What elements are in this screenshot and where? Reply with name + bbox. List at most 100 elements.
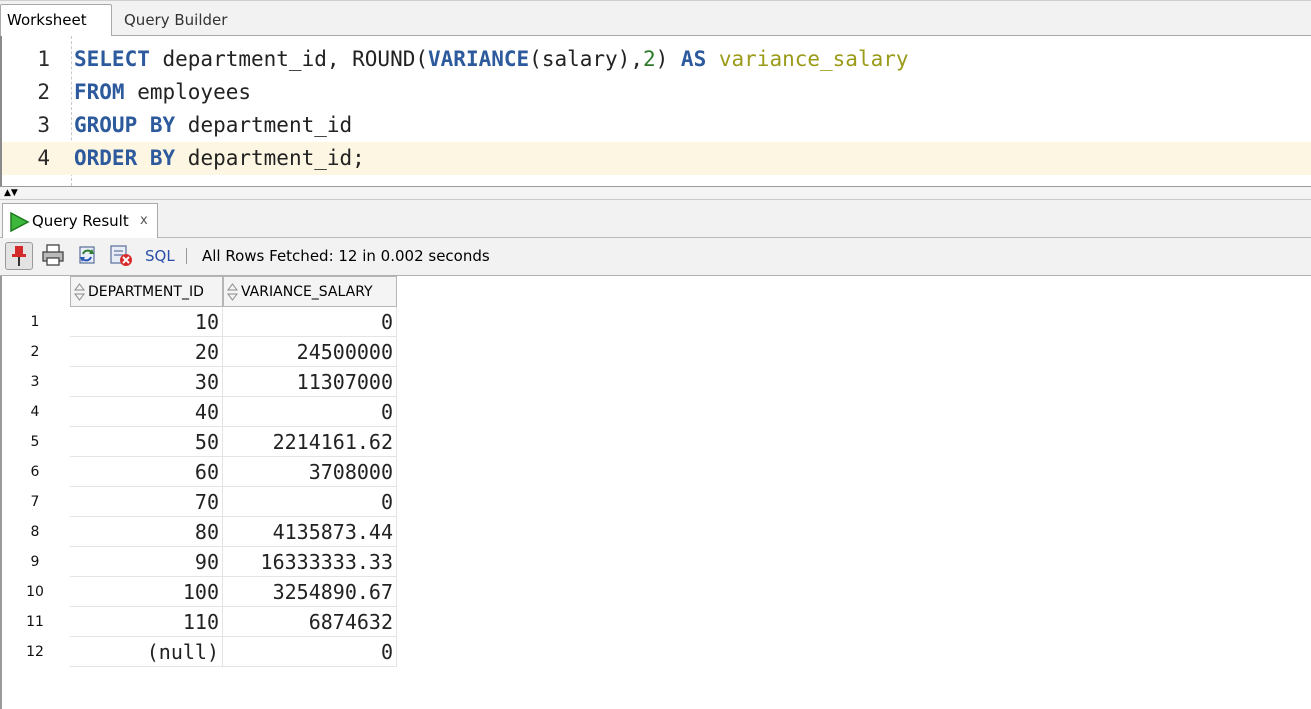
cell-variance-salary[interactable]: 0 (223, 487, 397, 517)
table-row[interactable]: 7 70 0 (2, 487, 397, 517)
table-row[interactable]: 8 80 4135873.44 (2, 517, 397, 547)
cell-variance-salary[interactable]: 2214161.62 (223, 427, 397, 457)
cell-variance-salary[interactable]: 4135873.44 (223, 517, 397, 547)
sql-keyword: GROUP BY (74, 113, 176, 137)
column-header-label: DEPARTMENT_ID (88, 284, 204, 300)
line-number: 4 (37, 146, 50, 170)
code-line[interactable]: 2 FROM employees (2, 76, 1311, 109)
table-row[interactable]: 4 40 0 (2, 397, 397, 427)
table-row[interactable]: 12 (null) 0 (2, 637, 397, 667)
cell-department-id[interactable]: (null) (70, 637, 223, 667)
cell-variance-salary[interactable]: 0 (223, 307, 397, 337)
cell-department-id[interactable]: 90 (70, 547, 223, 577)
sql-text: department_id (175, 113, 353, 137)
sql-alias: variance_salary (718, 47, 909, 71)
toolbar-separator (186, 248, 187, 264)
cancel-icon (110, 245, 132, 266)
row-number[interactable]: 8 (2, 517, 68, 547)
result-tab-label: Query Result (32, 212, 129, 230)
sql-keyword: VARIANCE (428, 47, 530, 71)
cell-department-id[interactable]: 100 (70, 577, 223, 607)
sort-icon[interactable] (74, 283, 85, 301)
result-toolbar: SQL All Rows Fetched: 12 in 0.002 second… (0, 238, 1311, 276)
row-number[interactable]: 10 (2, 577, 68, 607)
cell-department-id[interactable]: 20 (70, 337, 223, 367)
cell-department-id[interactable]: 80 (70, 517, 223, 547)
cell-variance-salary[interactable]: 16333333.33 (223, 547, 397, 577)
line-number: 1 (37, 47, 50, 71)
table-row[interactable]: 2 20 24500000 (2, 337, 397, 367)
close-icon[interactable]: x (140, 204, 148, 237)
cell-variance-salary[interactable]: 11307000 (223, 367, 397, 397)
pin-icon (12, 246, 26, 266)
row-number[interactable]: 11 (2, 607, 68, 637)
sql-text: department_id; (175, 146, 365, 170)
sql-keyword: FROM (74, 80, 125, 104)
row-number[interactable]: 4 (2, 397, 68, 427)
column-header-label: VARIANCE_SALARY (241, 284, 373, 300)
tab-query-builder[interactable]: Query Builder (118, 5, 233, 35)
table-row[interactable]: 3 30 11307000 (2, 367, 397, 397)
table-row[interactable]: 1 10 0 (2, 307, 397, 337)
sql-text: department_id, ROUND( (149, 47, 429, 71)
table-row[interactable]: 9 90 16333333.33 (2, 547, 397, 577)
cell-variance-salary[interactable]: 3708000 (223, 457, 397, 487)
cell-variance-salary[interactable]: 6874632 (223, 607, 397, 637)
row-number[interactable]: 2 (2, 337, 68, 367)
table-row[interactable]: 6 60 3708000 (2, 457, 397, 487)
table-row[interactable]: 10 100 3254890.67 (2, 577, 397, 607)
table-row[interactable]: 11 110 6874632 (2, 607, 397, 637)
row-number[interactable]: 7 (2, 487, 68, 517)
sql-keyword: SELECT (74, 47, 150, 71)
pin-button[interactable] (5, 242, 33, 270)
code-line[interactable]: 4 ORDER BY department_id; (2, 142, 1311, 175)
sql-text: (salary), (529, 47, 643, 71)
cell-variance-salary[interactable]: 24500000 (223, 337, 397, 367)
sql-number: 2 (642, 47, 656, 71)
column-header-department-id[interactable]: DEPARTMENT_ID (70, 276, 223, 307)
splitter-arrows-icon[interactable]: ▲▼ (4, 187, 18, 199)
sql-text: ) (655, 47, 681, 71)
tab-query-result[interactable]: Query Result x (2, 203, 158, 238)
row-number[interactable]: 9 (2, 547, 68, 577)
sql-keyword: AS (680, 47, 707, 71)
print-button[interactable] (40, 242, 68, 270)
row-number[interactable]: 12 (2, 637, 68, 667)
sql-editor[interactable]: 1 SELECT department_id, ROUND(VARIANCE(sa… (0, 36, 1311, 186)
cell-department-id[interactable]: 30 (70, 367, 223, 397)
refresh-button[interactable] (74, 242, 102, 270)
code-text: ORDER BY department_id; (74, 142, 365, 175)
code-line[interactable]: 3 GROUP BY department_id (2, 109, 1311, 142)
sql-link[interactable]: SQL (145, 238, 175, 274)
worksheet-tabbar: Worksheet Query Builder (0, 0, 1311, 37)
cell-variance-salary[interactable]: 3254890.67 (223, 577, 397, 607)
cell-department-id[interactable]: 40 (70, 397, 223, 427)
sql-text: employees (124, 80, 252, 104)
column-header-variance-salary[interactable]: VARIANCE_SALARY (223, 276, 397, 307)
panel-splitter[interactable]: ▲▼ (0, 186, 1311, 200)
refresh-icon (79, 246, 95, 264)
cell-department-id[interactable]: 10 (70, 307, 223, 337)
line-number: 2 (37, 80, 50, 104)
code-text: SELECT department_id, ROUND(VARIANCE(sal… (74, 43, 909, 76)
sort-icon[interactable] (227, 283, 238, 301)
row-number[interactable]: 5 (2, 427, 68, 457)
play-icon (10, 211, 30, 233)
row-number[interactable]: 3 (2, 367, 68, 397)
result-grid[interactable]: DEPARTMENT_ID VARIANCE_SALARY 1 10 0 2 20 245… (0, 276, 1311, 709)
table-row[interactable]: 5 50 2214161.62 (2, 427, 397, 457)
cell-variance-salary[interactable]: 0 (223, 637, 397, 667)
cell-department-id[interactable]: 50 (70, 427, 223, 457)
code-line[interactable]: 1 SELECT department_id, ROUND(VARIANCE(sa… (2, 43, 1311, 76)
row-number[interactable]: 1 (2, 307, 68, 337)
code-text: GROUP BY department_id (74, 109, 352, 142)
code-text: FROM employees (74, 76, 251, 109)
cell-variance-salary[interactable]: 0 (223, 397, 397, 427)
cell-department-id[interactable]: 60 (70, 457, 223, 487)
cancel-button[interactable] (108, 242, 136, 270)
tab-worksheet[interactable]: Worksheet (0, 4, 112, 37)
row-number[interactable]: 6 (2, 457, 68, 487)
cell-department-id[interactable]: 70 (70, 487, 223, 517)
cell-department-id[interactable]: 110 (70, 607, 223, 637)
